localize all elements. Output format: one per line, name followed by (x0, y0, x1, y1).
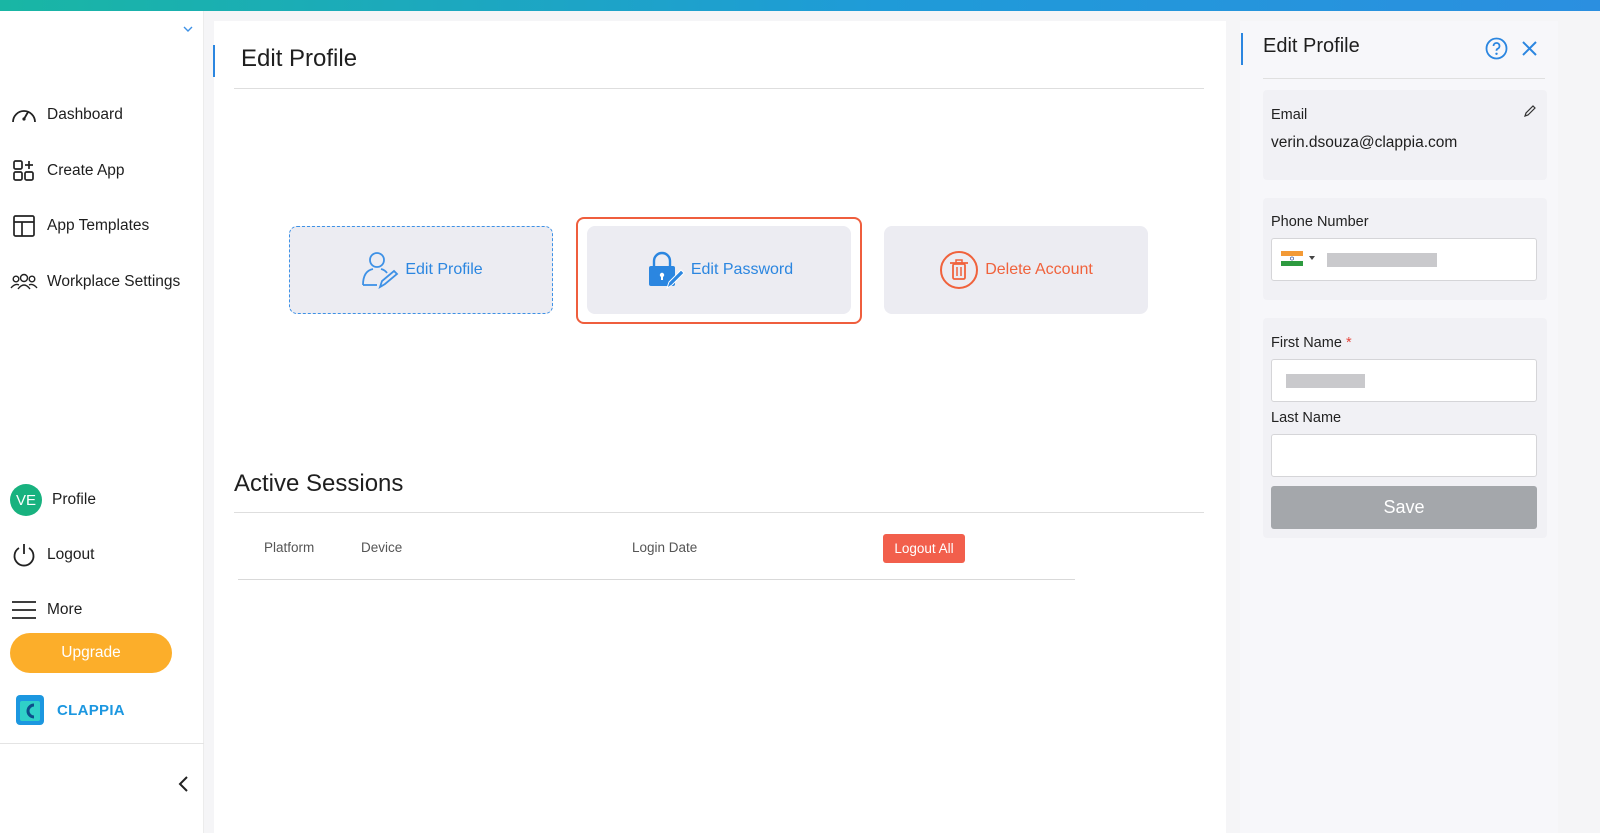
speedometer-icon (10, 101, 38, 129)
delete-account-label: Delete Account (985, 261, 1093, 278)
table-divider (238, 579, 1075, 580)
edit-profile-label: Edit Profile (405, 261, 483, 278)
edit-password-label: Edit Password (690, 261, 794, 278)
lock-edit-icon (645, 250, 685, 290)
divider (234, 512, 1204, 513)
sidebar-item-label: Workplace Settings (47, 273, 181, 290)
sidebar-item-profile[interactable]: VE Profile (10, 484, 96, 516)
country-dropdown-icon[interactable] (1309, 256, 1315, 260)
column-header-platform: Platform (264, 540, 315, 555)
column-header-login-date: Login Date (632, 540, 698, 555)
brand-name: CLAPPIA (57, 701, 125, 719)
last-name-label: Last Name (1271, 410, 1342, 426)
team-icon (10, 268, 38, 296)
delete-account-card[interactable]: Delete Account (884, 226, 1148, 314)
last-name-input[interactable] (1271, 434, 1537, 477)
top-gradient-bar (0, 0, 1600, 11)
sidebar-item-label: App Templates (47, 217, 150, 234)
chevron-down-icon[interactable] (182, 23, 194, 35)
template-icon (10, 212, 38, 240)
page-title: Edit Profile (241, 45, 358, 72)
redacted-first-name-value (1286, 374, 1365, 388)
brand: CLAPPIA (13, 693, 125, 727)
help-icon[interactable] (1485, 37, 1508, 60)
india-flag-icon[interactable] (1281, 251, 1303, 266)
power-icon (10, 541, 38, 569)
save-button[interactable]: Save (1271, 486, 1537, 529)
sidebar-item-app-templates[interactable]: App Templates (10, 210, 149, 242)
trash-icon (939, 250, 979, 290)
sidebar-footer (0, 743, 204, 822)
sidebar-item-more[interactable]: More (10, 594, 82, 626)
divider (1263, 78, 1545, 79)
hamburger-menu-icon (10, 596, 38, 624)
main-content (214, 21, 1226, 833)
sidebar-item-label: Create App (47, 162, 125, 179)
sidebar-item-workplace-settings[interactable]: Workplace Settings (10, 266, 180, 298)
logout-all-button[interactable]: Logout All (883, 534, 965, 563)
panel-title: Edit Profile (1263, 35, 1360, 57)
sidebar-item-label: More (47, 601, 83, 618)
required-marker: * (1345, 335, 1352, 351)
clappia-logo-icon (16, 695, 44, 725)
column-header-device: Device (361, 540, 403, 555)
panel-title-accent (1241, 33, 1243, 65)
sidebar-item-dashboard[interactable]: Dashboard (10, 99, 123, 131)
sidebar-item-label: Logout (47, 546, 95, 563)
user-edit-icon (359, 249, 399, 291)
title-accent (213, 45, 215, 77)
sidebar-item-logout[interactable]: Logout (10, 539, 94, 571)
grid-add-icon (10, 157, 38, 185)
collapse-sidebar-icon[interactable] (176, 774, 192, 794)
sidebar-item-label: Dashboard (47, 106, 123, 123)
sidebar-item-label: Profile (52, 491, 96, 508)
first-name-label: First Name * (1271, 335, 1352, 351)
phone-label: Phone Number (1271, 214, 1369, 230)
email-value: verin.dsouza@clappia.com (1271, 134, 1458, 151)
close-icon[interactable] (1521, 40, 1538, 57)
divider (234, 88, 1204, 89)
upgrade-button[interactable]: Upgrade (10, 633, 172, 673)
active-sessions-title: Active Sessions (234, 470, 404, 497)
email-label: Email (1271, 107, 1308, 123)
edit-password-card[interactable]: Edit Password (587, 226, 851, 314)
pencil-icon[interactable] (1523, 104, 1537, 118)
edit-profile-card[interactable]: Edit Profile (289, 226, 553, 314)
redacted-phone-value (1327, 253, 1437, 267)
avatar: VE (10, 484, 42, 516)
sidebar-item-create-app[interactable]: Create App (10, 155, 125, 187)
